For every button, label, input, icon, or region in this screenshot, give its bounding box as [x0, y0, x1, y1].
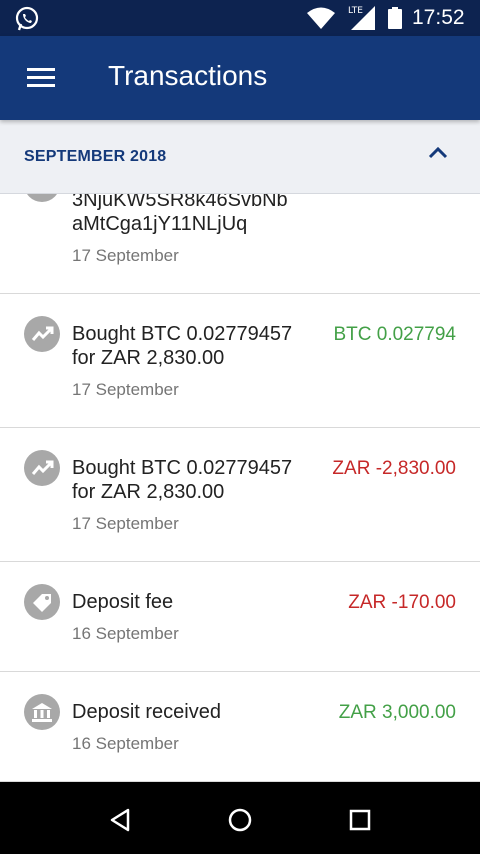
status-bar: LTE 17:52 [0, 0, 480, 36]
transaction-description: Deposit received [72, 701, 221, 723]
trending-up-icon [24, 450, 60, 486]
transaction-description: Deposit fee [72, 591, 174, 613]
transaction-date: 16 September [72, 734, 179, 753]
description-line-1: 3NjuKW5SR8k46SvbNb [72, 194, 288, 211]
page-title: Transactions [108, 60, 268, 91]
trending-up-icon [24, 316, 60, 352]
system-nav-bar [0, 782, 480, 854]
transactions-list[interactable]: 3NjuKW5SR8k46SvbNb aMtCga1jY11NLjUq 17 S… [0, 194, 480, 782]
tag-icon [24, 584, 60, 620]
month-section-header[interactable]: SEPTEMBER 2018 [0, 120, 480, 194]
menu-icon[interactable] [20, 60, 56, 96]
transaction-date: 17 September [72, 380, 179, 399]
whatsapp-icon [15, 6, 39, 31]
battery-icon [388, 7, 402, 29]
transaction-date: 16 September [72, 624, 179, 643]
description-line-2: for ZAR 2,830.00 [72, 347, 225, 369]
description-line-1: Bought BTC 0.02779457 [72, 457, 293, 479]
transaction-date: 17 September [72, 246, 179, 265]
chevron-up-icon[interactable] [426, 145, 450, 161]
home-icon[interactable] [222, 802, 258, 838]
transaction-row[interactable]: Bought BTC 0.02779457 for ZAR 2,830.00 B… [0, 294, 480, 428]
description-line-2: for ZAR 2,830.00 [72, 481, 225, 503]
transaction-amount: ZAR 3,000.00 [338, 702, 456, 723]
back-icon[interactable] [102, 802, 138, 838]
bank-icon [24, 694, 60, 730]
transaction-row[interactable]: Deposit received ZAR 3,000.00 16 Septemb… [0, 672, 480, 782]
recents-icon[interactable] [342, 802, 378, 838]
network-type: LTE [348, 6, 363, 16]
wifi-icon [307, 7, 335, 29]
transaction-description: Bought BTC 0.02779457 for ZAR 2,830.00 [72, 322, 292, 370]
month-label: SEPTEMBER 2018 [24, 148, 167, 165]
description-line-1: Bought BTC 0.02779457 [72, 323, 293, 345]
transaction-description: Bought BTC 0.02779457 for ZAR 2,830.00 [72, 456, 292, 504]
transaction-row[interactable]: Bought BTC 0.02779457 for ZAR 2,830.00 Z… [0, 428, 480, 562]
trending-up-icon [24, 194, 60, 202]
app-bar: Transactions [0, 36, 480, 120]
transaction-date: 17 September [72, 514, 179, 533]
transaction-amount: ZAR -170.00 [348, 592, 456, 613]
transaction-description: 3NjuKW5SR8k46SvbNb aMtCga1jY11NLjUq [72, 194, 288, 236]
transaction-row[interactable]: 3NjuKW5SR8k46SvbNb aMtCga1jY11NLjUq 17 S… [0, 194, 480, 294]
transaction-row[interactable]: Deposit fee ZAR -170.00 16 September [0, 562, 480, 672]
transaction-amount: BTC 0.027794 [333, 324, 456, 345]
transaction-amount: ZAR -2,830.00 [332, 458, 456, 479]
description-line-2: aMtCga1jY11NLjUq [72, 213, 248, 235]
status-time: 17:52 [412, 6, 465, 29]
